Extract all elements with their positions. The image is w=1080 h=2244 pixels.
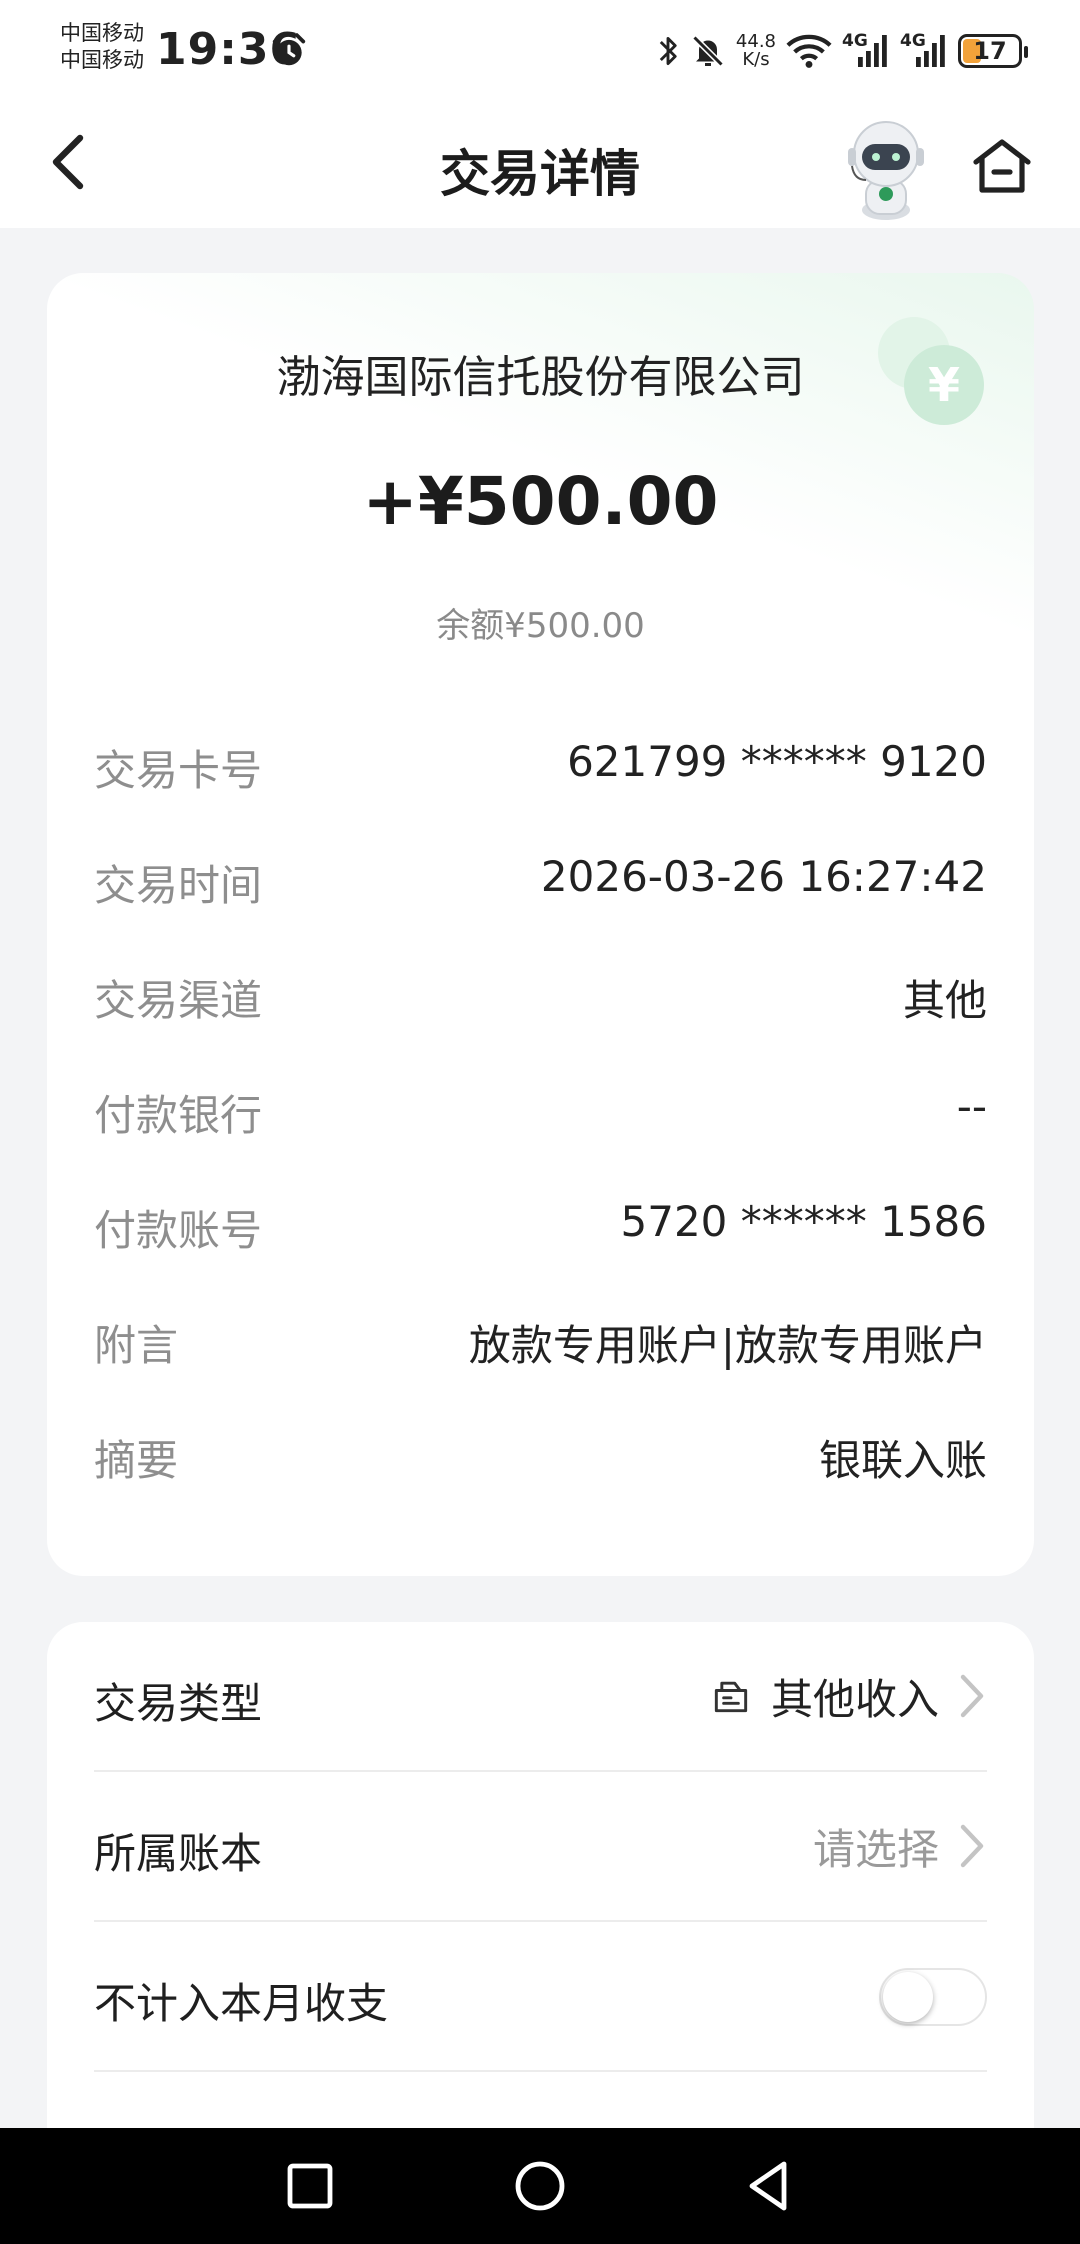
detail-label: 付款账号 bbox=[94, 1206, 263, 1255]
transaction-type-row[interactable]: 交易类型 其他收入 bbox=[94, 1622, 987, 1772]
account-book-selector[interactable]: 请选择 bbox=[813, 1816, 987, 1876]
transaction-settings-card: 交易类型 其他收入 所属账本 请选择 不计入本月收支 bbox=[47, 1622, 1034, 2142]
detail-label: 交易卡号 bbox=[94, 746, 263, 795]
detail-row-payer-bank: 付款银行 -- bbox=[94, 1082, 987, 1142]
transaction-amount: +¥500.00 bbox=[362, 463, 719, 540]
app-header: 交易详情 bbox=[0, 100, 1080, 228]
detail-row-payer-account: 付款账号 5720 ****** 1586 bbox=[94, 1197, 987, 1257]
detail-row-time: 交易时间 2026-03-26 16:27:42 bbox=[94, 852, 987, 912]
signal-1-icon: 4G bbox=[842, 31, 890, 71]
exclude-monthly-toggle[interactable] bbox=[879, 1968, 987, 2026]
status-icons: 44.8 K/s 4G 4G 17 bbox=[656, 26, 1028, 76]
transaction-detail-card: ¥ 渤海国际信托股份有限公司 +¥500.00 余额¥500.00 交易卡号 6… bbox=[47, 273, 1034, 1576]
detail-label: 交易渠道 bbox=[94, 976, 263, 1025]
bluetooth-icon bbox=[659, 36, 677, 66]
toggle-knob bbox=[883, 1972, 933, 2022]
transaction-type-label: 交易类型 bbox=[94, 1679, 263, 1728]
detail-value: -- bbox=[956, 1082, 987, 1131]
system-nav-bar bbox=[0, 2128, 1080, 2244]
detail-value: 2026-03-26 16:27:42 bbox=[540, 852, 987, 901]
battery-level: 17 bbox=[973, 37, 1007, 65]
wifi-icon bbox=[786, 34, 832, 68]
chevron-right-icon bbox=[960, 1674, 984, 1718]
status-bar: 中国移动 中国移动 19:36 44.8 K/s 4G 4G 17 bbox=[0, 0, 1080, 100]
merchant-name: 渤海国际信托股份有限公司 bbox=[276, 352, 805, 403]
recent-apps-button[interactable] bbox=[280, 2156, 340, 2216]
detail-label: 摘要 bbox=[94, 1436, 179, 1485]
net-speed-unit: K/s bbox=[742, 49, 770, 70]
detail-label: 付款银行 bbox=[94, 1091, 263, 1140]
account-book-placeholder: 请选择 bbox=[812, 1824, 939, 1874]
battery-icon: 17 bbox=[958, 34, 1028, 68]
detail-label: 交易时间 bbox=[94, 861, 263, 910]
detail-row-card-number: 交易卡号 621799 ****** 9120 bbox=[94, 737, 987, 797]
detail-value: 放款专用账户|放款专用账户 bbox=[468, 1321, 987, 1370]
transaction-type-value: 其他收入 bbox=[770, 1674, 939, 1724]
account-balance: 余额¥500.00 bbox=[436, 606, 645, 646]
detail-value: 银联入账 bbox=[818, 1436, 987, 1485]
detail-value: 5720 ****** 1586 bbox=[620, 1197, 987, 1246]
transaction-type-selector[interactable]: 其他收入 bbox=[709, 1666, 987, 1726]
robot-assistant-icon[interactable] bbox=[836, 114, 936, 222]
account-book-label: 所属账本 bbox=[94, 1829, 263, 1878]
account-book-row[interactable]: 所属账本 请选择 bbox=[94, 1772, 987, 1922]
home-button[interactable] bbox=[970, 136, 1034, 196]
alarm-icon bbox=[272, 33, 306, 66]
back-nav-button[interactable] bbox=[740, 2156, 800, 2216]
detail-value: 其他 bbox=[902, 976, 987, 1025]
exclude-monthly-label: 不计入本月收支 bbox=[94, 1979, 389, 2028]
detail-row-summary: 摘要 银联入账 bbox=[94, 1427, 987, 1487]
mute-bell-icon bbox=[692, 35, 724, 67]
detail-row-channel: 交易渠道 其他 bbox=[94, 967, 987, 1027]
chevron-right-icon bbox=[960, 1824, 984, 1868]
detail-label: 附言 bbox=[94, 1321, 179, 1370]
detail-row-remark: 附言 放款专用账户|放款专用账户 bbox=[94, 1312, 987, 1372]
category-other-icon bbox=[714, 1681, 748, 1713]
net-speed: 44.8 K/s bbox=[736, 33, 776, 69]
detail-value: 621799 ****** 9120 bbox=[567, 737, 987, 786]
signal-2-icon: 4G bbox=[900, 31, 948, 71]
carrier-1: 中国移动 bbox=[60, 21, 144, 45]
home-nav-button[interactable] bbox=[510, 2156, 570, 2216]
carrier-2: 中国移动 bbox=[60, 48, 144, 72]
exclude-monthly-row: 不计入本月收支 bbox=[94, 1922, 987, 2072]
carrier-info: 中国移动 中国移动 bbox=[60, 20, 144, 74]
